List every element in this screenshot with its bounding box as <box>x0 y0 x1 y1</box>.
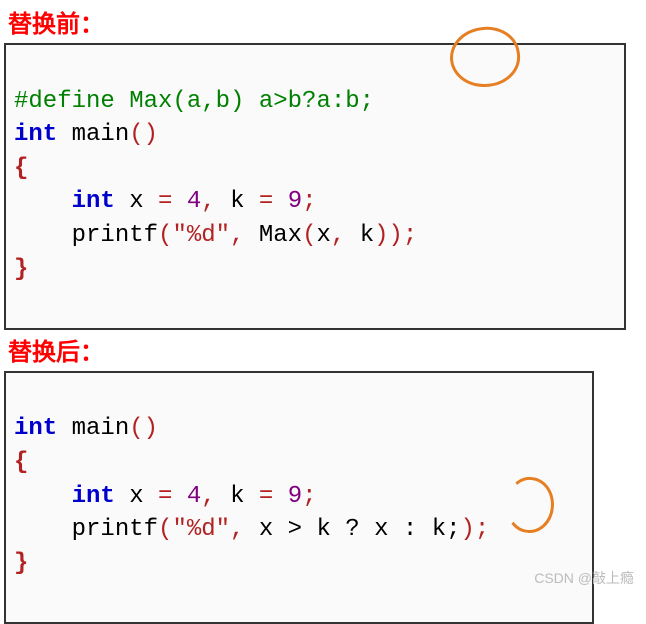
parens: () <box>129 121 158 148</box>
watermark: CSDN @敲上瘾 <box>534 568 634 588</box>
brace-close: } <box>14 256 28 283</box>
indent <box>14 483 72 510</box>
indent <box>14 222 72 249</box>
annotation-circle-icon <box>503 474 557 535</box>
fn-main: main <box>72 415 130 442</box>
indent <box>14 516 72 543</box>
kw-int: int <box>72 188 130 215</box>
fn-main: main <box>72 121 130 148</box>
fn-printf: printf <box>72 222 158 249</box>
indent <box>14 188 72 215</box>
kw-int: int <box>14 121 72 148</box>
code-block-after: int main() { int x = 4, k = 9; printf("%… <box>4 371 594 624</box>
brace-open: { <box>14 155 28 182</box>
code-block-before: #define Max(a,b) a>b?a:b; int main() { i… <box>4 43 626 330</box>
macro-body: Max(a,b) a>b?a:b; <box>129 88 374 115</box>
kw-int: int <box>14 415 72 442</box>
brace-open: { <box>14 449 28 476</box>
kw-int: int <box>72 483 130 510</box>
preproc-define: #define <box>14 88 129 115</box>
heading-before: 替换前： <box>0 0 646 43</box>
brace-close: } <box>14 550 28 577</box>
fn-printf: printf <box>72 516 158 543</box>
heading-after: 替换后： <box>0 328 646 371</box>
